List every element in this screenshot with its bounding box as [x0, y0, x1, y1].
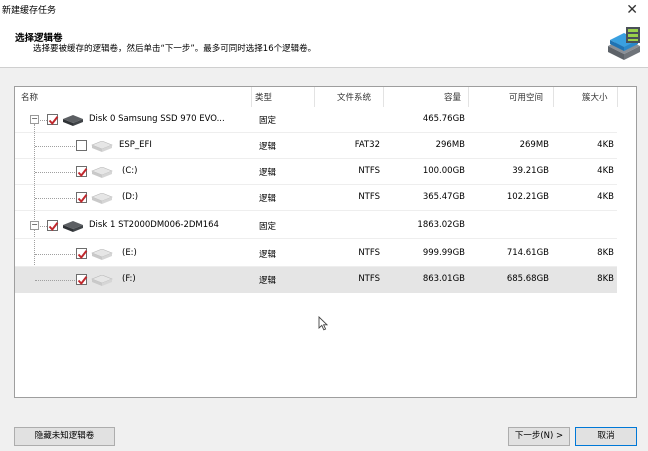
table-row[interactable]: (C:) 逻辑 NTFS 100.00GB 39.21GB 4KB	[15, 159, 617, 185]
row-free-space: 685.68GB	[506, 274, 549, 284]
row-capacity: 999.99GB	[422, 248, 465, 258]
row-free-space: 39.21GB	[512, 166, 549, 176]
column-type[interactable]: 类型	[255, 91, 272, 103]
row-name: (F:)	[122, 274, 136, 284]
row-filesystem: NTFS	[358, 274, 380, 284]
window-title-bar: 新建缓存任务 ✕	[0, 0, 648, 22]
table-row[interactable]: − Disk 0 Samsung SSD 970 EVO... 固定 465.7…	[15, 107, 617, 133]
row-name: ESP_EFI	[119, 140, 152, 150]
row-name: Disk 0 Samsung SSD 970 EVO...	[89, 114, 225, 124]
row-name: (C:)	[122, 166, 138, 176]
row-free-space: 714.61GB	[506, 248, 549, 258]
row-free-space: 269MB	[519, 140, 549, 150]
page-description: 选择要被缓存的逻辑卷，然后单击“下一步”。最多可同时选择16个逻辑卷。	[33, 44, 317, 54]
column-free-space[interactable]: 可用空间	[509, 91, 543, 103]
row-capacity: 296MB	[435, 140, 465, 150]
collapse-icon[interactable]: −	[30, 115, 39, 124]
row-type: 固定	[259, 222, 277, 232]
table-row[interactable]: − Disk 1 ST2000DM006-2DM164 固定 1863.02GB	[15, 213, 617, 239]
row-capacity: 465.76GB	[422, 114, 465, 124]
checkbox-disk1[interactable]	[47, 220, 59, 232]
row-filesystem: NTFS	[358, 192, 380, 202]
row-type: 逻辑	[259, 250, 277, 260]
column-header: 名称 类型 文件系统 容量 可用空间 簇大小	[15, 87, 636, 107]
row-capacity: 100.00GB	[422, 166, 465, 176]
row-type: 逻辑	[259, 142, 277, 152]
row-capacity: 365.47GB	[422, 192, 465, 202]
volume-list[interactable]: 名称 类型 文件系统 容量 可用空间 簇大小 − Disk 0 Samsung …	[14, 86, 637, 398]
next-button[interactable]: 下一步(N) >	[508, 427, 570, 446]
row-filesystem: NTFS	[358, 248, 380, 258]
row-type: 逻辑	[259, 168, 277, 178]
row-cluster-size: 8KB	[597, 274, 614, 284]
volume-icon	[91, 167, 113, 178]
collapse-icon[interactable]: −	[30, 221, 39, 230]
row-capacity: 1863.02GB	[417, 220, 465, 230]
hard-disk-icon	[63, 221, 83, 232]
row-name: (D:)	[122, 192, 139, 202]
volume-icon	[91, 141, 113, 152]
volume-icon	[91, 275, 113, 286]
checkbox-esp-efi[interactable]	[76, 140, 87, 151]
row-name: (E:)	[122, 248, 137, 258]
volume-icon	[91, 249, 113, 260]
column-capacity[interactable]: 容量	[444, 91, 461, 103]
checkbox-c[interactable]	[76, 166, 88, 178]
hide-unknown-volumes-button[interactable]: 隐藏未知逻辑卷	[14, 427, 115, 446]
row-type: 固定	[259, 116, 277, 126]
table-row-selected[interactable]: (F:) 逻辑 NTFS 863.01GB 685.68GB 8KB	[15, 267, 617, 293]
close-icon[interactable]: ✕	[626, 0, 638, 20]
table-row[interactable]: (D:) 逻辑 NTFS 365.47GB 102.21GB 4KB	[15, 185, 617, 211]
row-filesystem: FAT32	[354, 140, 380, 150]
cancel-button[interactable]: 取消	[575, 427, 637, 446]
column-name[interactable]: 名称	[21, 91, 38, 103]
wizard-header: 选择逻辑卷 选择要被缓存的逻辑卷，然后单击“下一步”。最多可同时选择16个逻辑卷…	[0, 22, 648, 68]
checkbox-disk0[interactable]	[47, 114, 59, 126]
table-row[interactable]: (E:) 逻辑 NTFS 999.99GB 714.61GB 8KB	[15, 241, 617, 267]
row-filesystem: NTFS	[358, 166, 380, 176]
row-cluster-size: 4KB	[597, 140, 614, 150]
mouse-pointer-icon	[318, 316, 328, 331]
window-title: 新建缓存任务	[2, 6, 57, 16]
hard-disk-icon	[63, 115, 83, 126]
checkbox-d[interactable]	[76, 192, 88, 204]
row-name: Disk 1 ST2000DM006-2DM164	[89, 220, 219, 230]
column-cluster-size[interactable]: 簇大小	[582, 91, 608, 103]
volume-icon	[91, 193, 113, 204]
row-capacity: 863.01GB	[422, 274, 465, 284]
row-cluster-size: 8KB	[597, 248, 614, 258]
row-cluster-size: 4KB	[597, 166, 614, 176]
column-filesystem[interactable]: 文件系统	[337, 91, 371, 103]
checkbox-f[interactable]	[76, 274, 88, 286]
row-type: 逻辑	[259, 194, 277, 204]
row-free-space: 102.21GB	[506, 192, 549, 202]
table-row[interactable]: ESP_EFI 逻辑 FAT32 296MB 269MB 4KB	[15, 133, 617, 159]
checkbox-e[interactable]	[76, 248, 88, 260]
disk-cache-icon	[608, 27, 640, 60]
row-cluster-size: 4KB	[597, 192, 614, 202]
row-type: 逻辑	[259, 276, 277, 286]
